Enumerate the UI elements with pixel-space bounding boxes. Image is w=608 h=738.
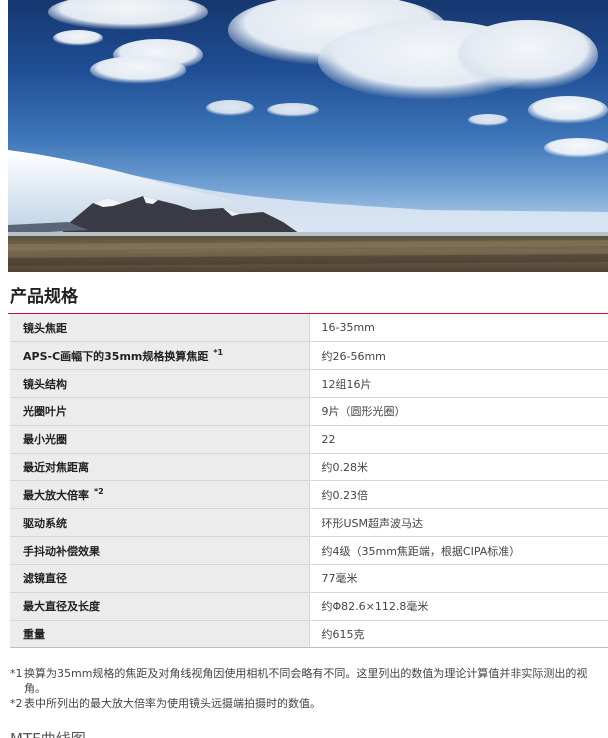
footnotes: *1 换算为35mm规格的焦距及对角线视角因使用相机不同会略有不同。这里列出的数…: [10, 666, 606, 711]
spec-label: 光圈叶片: [10, 397, 310, 426]
footnote-ref: *1: [213, 347, 224, 357]
footnote-text: 表中所列出的最大放大倍率为使用镜头远摄端拍摄时的数值。: [24, 697, 321, 710]
spec-value: 9片（圆形光圈）: [309, 397, 608, 426]
spec-value: 12组16片: [309, 369, 608, 398]
spec-label: APS-C画幅下的35mm规格换算焦距 *1: [10, 341, 310, 371]
footnote: *1 换算为35mm规格的焦距及对角线视角因使用相机不同会略有不同。这里列出的数…: [10, 666, 606, 696]
hero-landscape-image: [8, 0, 608, 272]
spec-label: 最大直径及长度: [10, 592, 310, 621]
footnote-mark: *2: [10, 697, 23, 710]
footnote: *2 表中所列出的最大放大倍率为使用镜头远摄端拍摄时的数值。: [10, 696, 606, 711]
cloud-right: [228, 0, 608, 158]
landscape-illustration: [8, 0, 608, 272]
spec-label: 最小光圈: [10, 425, 310, 454]
table-row: 最大放大倍率 *2 约0.23倍: [10, 480, 608, 510]
spec-value: 16-35mm: [309, 314, 608, 343]
footnote-text: 换算为35mm规格的焦距及对角线视角因使用相机不同会略有不同。这里列出的数值为理…: [24, 667, 588, 695]
spec-value: 环形USM超声波马达: [309, 508, 608, 538]
table-row: 手抖动补偿效果 约4级（35mm焦距端，根据CIPA标准）: [10, 536, 608, 565]
spec-label: 镜头结构: [10, 369, 310, 398]
spec-label: 重量: [10, 620, 310, 649]
spec-value: 约26-56mm: [309, 341, 608, 371]
spec-value: 77毫米: [309, 564, 608, 593]
spec-value: 22: [309, 425, 608, 454]
table-row: 最近对焦距离 约0.28米: [10, 453, 608, 482]
spec-table: 镜头焦距 16-35mm APS-C画幅下的35mm规格换算焦距 *1 约26-5…: [10, 314, 608, 649]
spec-label: 最近对焦距离: [10, 453, 310, 482]
spec-label: 镜头焦距: [10, 314, 310, 343]
spec-label: 手抖动补偿效果: [10, 536, 310, 565]
spec-value: 约4级（35mm焦距端，根据CIPA标准）: [309, 536, 608, 565]
footnote-mark: *1: [10, 667, 23, 680]
table-row: 最小光圈 22: [10, 425, 608, 454]
table-row: 驱动系统 环形USM超声波马达: [10, 508, 608, 538]
spec-value: 约0.28米: [309, 453, 608, 482]
spec-value: 约Φ82.6×112.8毫米: [309, 592, 608, 621]
table-row: 镜头结构 12组16片: [10, 369, 608, 398]
footnote-ref: *2: [94, 486, 104, 496]
mtf-section-title: MTF曲线图: [10, 728, 86, 738]
spec-value: 约615克: [309, 620, 608, 649]
spec-label: 最大放大倍率 *2: [10, 480, 310, 510]
table-row: 镜头焦距 16-35mm: [10, 314, 608, 343]
spec-label: 滤镜直径: [10, 564, 310, 593]
table-row: 最大直径及长度 约Φ82.6×112.8毫米: [10, 592, 608, 621]
table-row: 滤镜直径 77毫米: [10, 564, 608, 593]
spec-label: 驱动系统: [10, 508, 310, 538]
table-row: 光圈叶片 9片（圆形光圈）: [10, 397, 608, 426]
table-row: 重量 约615克: [10, 620, 608, 649]
cloud-small: [206, 100, 508, 126]
table-row: APS-C画幅下的35mm规格换算焦距 *1 约26-56mm: [10, 341, 608, 371]
spec-value: 约0.23倍: [309, 480, 608, 510]
section-title: 产品规格: [10, 287, 78, 307]
cloud-top-left: [48, 0, 208, 84]
